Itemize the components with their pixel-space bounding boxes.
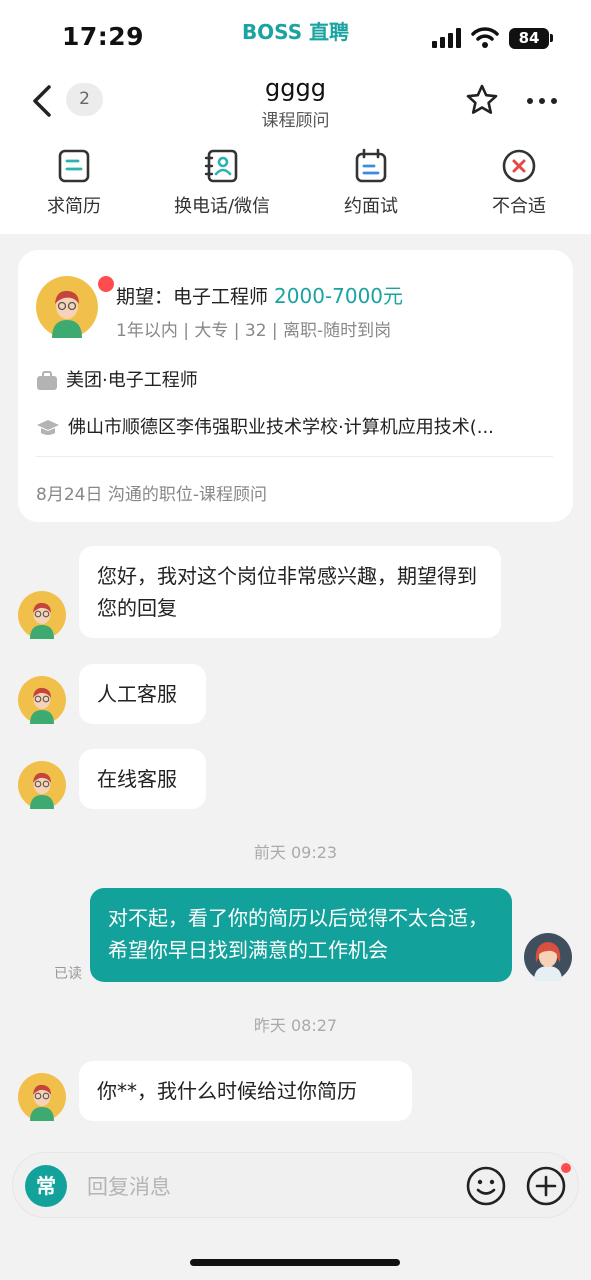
candidate-avatar[interactable] (18, 761, 66, 809)
expected-title: 期望：电子工程师 (116, 286, 269, 308)
schedule-interview-button[interactable]: 约面试 (301, 148, 441, 218)
time-separator: 昨天 08:27 (253, 1016, 338, 1035)
graduation-cap-icon (37, 420, 59, 435)
work-experience: 美团·电子工程师 (36, 366, 198, 392)
candidate-meta: 1年以内 | 大专 | 32 | 离职-随时到岗 (116, 321, 392, 341)
message-bubble[interactable]: 你**，我什么时候给过你简历 (79, 1061, 412, 1121)
chat-subtitle: 课程顾问 (261, 111, 330, 131)
education: 佛山市顺德区李伟强职业技术学校·计算机应用技术(... (36, 413, 556, 439)
plus-icon[interactable] (525, 1165, 567, 1207)
message-input-bar: 常 回复消息 (12, 1152, 579, 1218)
candidate-avatar[interactable] (18, 676, 66, 724)
emoji-icon[interactable] (465, 1165, 507, 1207)
action-label: 约面试 (344, 196, 398, 217)
action-label: 求简历 (47, 196, 101, 217)
my-avatar[interactable] (524, 933, 572, 981)
expected-salary: 2000-7000元 (274, 284, 404, 308)
my-message-bubble[interactable]: 对不起，看了你的简历以后觉得不太合适，希望你早日找到满意的工作机会 (90, 888, 512, 982)
cellular-signal-icon (432, 28, 461, 48)
expected-position: 期望：电子工程师 2000-7000元 (116, 280, 403, 309)
candidate-avatar[interactable] (18, 591, 66, 639)
candidate-card[interactable]: 期望：电子工程师 2000-7000元 1年以内 | 大专 | 32 | 离职-随… (18, 250, 573, 522)
action-label: 不合适 (492, 196, 546, 217)
card-footer: 8月24日 沟通的职位-课程顾问 (36, 485, 267, 505)
home-indicator (190, 1259, 400, 1266)
read-status: 已读 (54, 966, 82, 982)
common-phrases-button[interactable]: 常 (25, 1165, 67, 1207)
header: 17:29 BOSS 直聘 84 2 gggg 课程顾问 求简历 换电话/微信 … (0, 0, 591, 234)
more-icon[interactable] (526, 97, 558, 105)
battery-tip (550, 34, 553, 42)
star-icon[interactable] (465, 83, 499, 117)
battery-indicator: 84 (509, 28, 549, 49)
action-row: 求简历 换电话/微信 约面试 不合适 (0, 148, 591, 220)
status-app-name: BOSS 直聘 (241, 20, 350, 44)
action-label: 换电话/微信 (173, 196, 271, 217)
hot-badge-icon (96, 274, 116, 294)
reject-icon (502, 149, 536, 183)
calendar-icon (355, 148, 387, 183)
request-resume-button[interactable]: 求简历 (4, 148, 144, 218)
chat-title: gggg (265, 74, 326, 102)
card-divider (36, 456, 553, 457)
time-separator: 前天 09:23 (253, 843, 338, 862)
not-suitable-button[interactable]: 不合适 (449, 148, 589, 218)
briefcase-icon (37, 371, 57, 390)
candidate-avatar (36, 276, 98, 338)
wifi-icon (471, 27, 499, 48)
exchange-contact-button[interactable]: 换电话/微信 (152, 148, 292, 218)
candidate-avatar[interactable] (18, 1073, 66, 1121)
resume-icon (58, 149, 90, 183)
message-bubble[interactable]: 在线客服 (79, 749, 206, 809)
contact-icon (204, 149, 238, 183)
message-bubble[interactable]: 人工客服 (79, 664, 206, 724)
education-text: 佛山市顺德区李伟强职业技术学校·计算机应用技术(... (68, 417, 494, 438)
notification-dot (561, 1163, 571, 1173)
reply-input[interactable]: 回复消息 (87, 1171, 171, 1201)
work-text: 美团·电子工程师 (66, 370, 198, 391)
message-bubble[interactable]: 您好，我对这个岗位非常感兴趣，期望得到您的回复 (79, 546, 501, 638)
